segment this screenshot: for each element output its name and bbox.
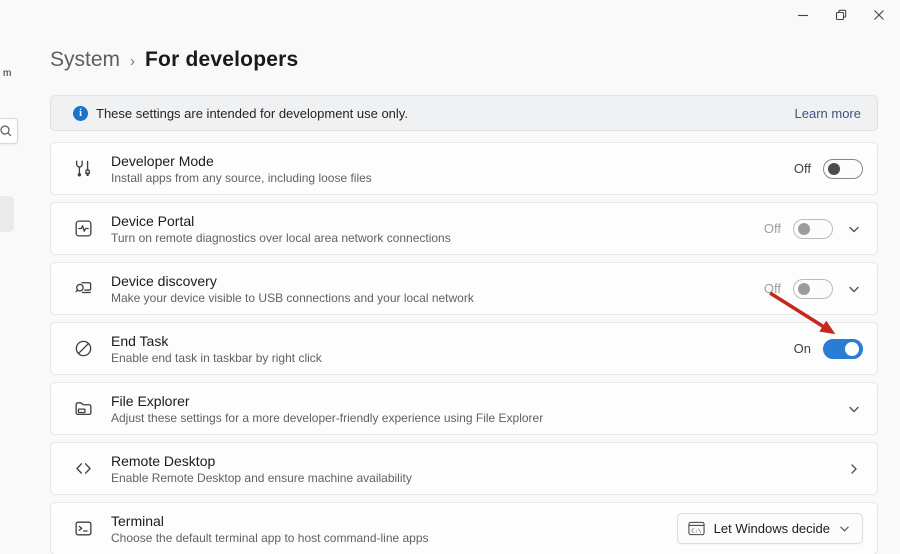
window-titlebar bbox=[0, 0, 900, 30]
row-title: File Explorer bbox=[111, 393, 543, 409]
svg-text:C:\: C:\ bbox=[691, 528, 701, 534]
restore-icon bbox=[835, 9, 847, 21]
end-task-toggle[interactable] bbox=[823, 339, 863, 359]
row-subtitle: Enable Remote Desktop and ensure machine… bbox=[111, 471, 412, 485]
chevron-down-icon bbox=[848, 223, 860, 235]
toggle-knob bbox=[798, 223, 810, 235]
breadcrumb-separator: › bbox=[130, 51, 135, 70]
dropdown-selected-value: Let Windows decide bbox=[714, 521, 830, 536]
remote-desktop-arrows-icon bbox=[71, 458, 95, 479]
row-title: Developer Mode bbox=[111, 153, 372, 169]
sidebar-partial: m bbox=[0, 0, 18, 554]
command-prompt-icon: C:\ bbox=[688, 521, 705, 536]
search-icon bbox=[0, 124, 13, 138]
toggle-knob bbox=[798, 283, 810, 295]
minimize-button[interactable] bbox=[784, 4, 822, 26]
row-subtitle: Adjust these settings for a more develop… bbox=[111, 411, 543, 425]
learn-more-link[interactable]: Learn more bbox=[795, 106, 861, 121]
chevron-down-icon bbox=[848, 283, 860, 295]
row-end-task: End Task Enable end task in taskbar by r… bbox=[50, 322, 878, 375]
chevron-down-icon bbox=[839, 523, 850, 534]
toggle-knob bbox=[845, 342, 859, 356]
end-task-block-icon bbox=[71, 338, 95, 359]
info-icon: i bbox=[73, 106, 88, 121]
breadcrumb-system[interactable]: System bbox=[50, 48, 120, 72]
developer-mode-toggle[interactable] bbox=[823, 159, 863, 179]
settings-list: Developer Mode Install apps from any sou… bbox=[50, 142, 878, 554]
row-subtitle: Make your device visible to USB connecti… bbox=[111, 291, 474, 305]
close-button[interactable] bbox=[860, 4, 898, 26]
chevron-down-icon bbox=[848, 403, 860, 415]
row-terminal: Terminal Choose the default terminal app… bbox=[50, 502, 878, 554]
breadcrumb: System › For developers bbox=[50, 48, 298, 72]
maximize-restore-button[interactable] bbox=[822, 4, 860, 26]
expand-button[interactable] bbox=[845, 403, 863, 415]
expand-button[interactable] bbox=[845, 283, 863, 295]
toggle-knob bbox=[828, 163, 840, 175]
toggle-state-label: Off bbox=[764, 221, 781, 236]
chevron-right-icon bbox=[848, 463, 860, 475]
row-device-discovery: Device discovery Make your device visibl… bbox=[50, 262, 878, 315]
terminal-icon bbox=[71, 518, 95, 539]
page-title: For developers bbox=[145, 48, 298, 72]
row-subtitle: Choose the default terminal app to host … bbox=[111, 531, 429, 545]
search-input[interactable] bbox=[0, 118, 18, 144]
terminal-app-dropdown[interactable]: C:\ Let Windows decide bbox=[677, 513, 863, 544]
banner-text: These settings are intended for developm… bbox=[96, 106, 408, 121]
folder-icon bbox=[71, 398, 95, 419]
info-banner: i These settings are intended for develo… bbox=[50, 95, 878, 131]
device-discovery-toggle[interactable] bbox=[793, 279, 833, 299]
close-icon bbox=[873, 9, 885, 21]
toggle-state-label: On bbox=[794, 341, 811, 356]
minimize-icon bbox=[797, 9, 809, 21]
row-developer-mode: Developer Mode Install apps from any sou… bbox=[50, 142, 878, 195]
row-title: Device Portal bbox=[111, 213, 451, 229]
sidebar-item-selected[interactable] bbox=[0, 196, 14, 232]
window-controls bbox=[784, 4, 898, 26]
row-remote-desktop: Remote Desktop Enable Remote Desktop and… bbox=[50, 442, 878, 495]
row-title: Device discovery bbox=[111, 273, 474, 289]
device-portal-toggle[interactable] bbox=[793, 219, 833, 239]
navigate-button[interactable] bbox=[845, 463, 863, 475]
row-subtitle: Turn on remote diagnostics over local ar… bbox=[111, 231, 451, 245]
toggle-state-label: Off bbox=[764, 281, 781, 296]
row-subtitle: Enable end task in taskbar by right clic… bbox=[111, 351, 322, 365]
toggle-state-label: Off bbox=[794, 161, 811, 176]
row-title: End Task bbox=[111, 333, 322, 349]
device-discovery-icon bbox=[71, 278, 95, 299]
expand-button[interactable] bbox=[845, 223, 863, 235]
row-title: Terminal bbox=[111, 513, 429, 529]
row-title: Remote Desktop bbox=[111, 453, 412, 469]
row-subtitle: Install apps from any source, including … bbox=[111, 171, 372, 185]
row-file-explorer: File Explorer Adjust these settings for … bbox=[50, 382, 878, 435]
device-portal-pulse-icon bbox=[71, 218, 95, 239]
developer-mode-tools-icon bbox=[71, 158, 95, 179]
sidebar-clipped-label: m bbox=[3, 68, 11, 79]
row-device-portal: Device Portal Turn on remote diagnostics… bbox=[50, 202, 878, 255]
